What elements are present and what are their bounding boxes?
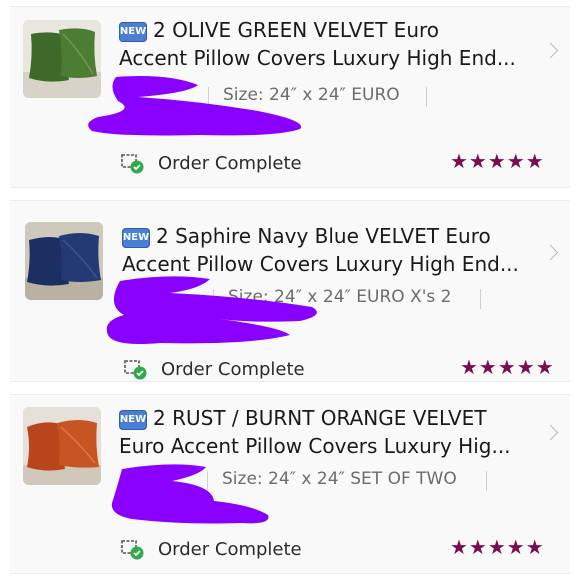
redaction-scribble	[111, 464, 269, 524]
product-title-line-2: Accent Pillow Covers Luxury High End...	[119, 46, 516, 70]
chevron-right-icon[interactable]	[542, 42, 559, 59]
package-check-icon	[120, 538, 144, 560]
new-badge: NEW	[119, 410, 147, 430]
package-check-icon	[120, 152, 144, 174]
redaction-scribble	[88, 76, 302, 136]
chevron-right-icon[interactable]	[542, 424, 559, 441]
chevron-right-icon[interactable]	[542, 244, 559, 261]
product-thumbnail[interactable]	[23, 407, 101, 485]
divider	[486, 471, 487, 491]
star-rating[interactable]: ★★★★★	[460, 355, 555, 379]
product-thumbnail[interactable]	[25, 222, 103, 300]
order-card[interactable]: NEW 2 Saphire Navy Blue VELVET Euro Accen…	[10, 200, 570, 382]
star-rating[interactable]: ★★★★★	[450, 535, 545, 559]
package-check-icon	[123, 358, 147, 380]
order-status-label: Order Complete	[158, 538, 302, 560]
divider	[426, 87, 427, 107]
product-title[interactable]: NEW 2 Saphire Navy Blue VELVET Euro Accen…	[122, 223, 519, 278]
divider	[480, 289, 481, 309]
order-card[interactable]: NEW 2 OLIVE GREEN VELVET Euro Accent Pill…	[10, 6, 570, 188]
product-title-line-1: 2 RUST / BURNT ORANGE VELVET	[153, 406, 487, 430]
order-card[interactable]: NEW 2 RUST / BURNT ORANGE VELVET Euro Acc…	[10, 394, 570, 574]
order-status-label: Order Complete	[161, 358, 305, 380]
product-title-line-1: 2 OLIVE GREEN VELVET Euro	[153, 18, 440, 42]
redaction-scribble	[106, 276, 317, 344]
product-title[interactable]: NEW 2 OLIVE GREEN VELVET Euro Accent Pill…	[119, 17, 516, 72]
order-status: Order Complete	[120, 538, 302, 560]
order-status-label: Order Complete	[158, 152, 302, 174]
order-status: Order Complete	[120, 152, 302, 174]
product-title[interactable]: NEW 2 RUST / BURNT ORANGE VELVET Euro Acc…	[119, 405, 511, 460]
new-badge: NEW	[119, 22, 147, 42]
order-status: Order Complete	[123, 358, 305, 380]
product-title-line-2: Euro Accent Pillow Covers Luxury Hig...	[119, 434, 511, 458]
new-badge: NEW	[122, 228, 150, 248]
star-rating[interactable]: ★★★★★	[450, 149, 545, 173]
product-title-line-1: 2 Saphire Navy Blue VELVET Euro	[156, 224, 491, 248]
